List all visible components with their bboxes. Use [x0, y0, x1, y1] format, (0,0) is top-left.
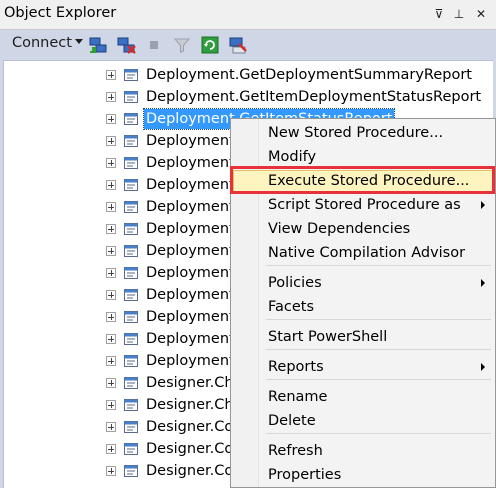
menu-separator: [266, 349, 491, 350]
chevron-down-icon: [74, 39, 83, 44]
menu-item-script-stored-procedure-as[interactable]: Script Stored Procedure as: [231, 194, 495, 216]
close-icon[interactable]: ✕: [472, 3, 490, 25]
connect-object-explorer-icon[interactable]: [88, 35, 108, 55]
tree-node-label[interactable]: Designer.Coll: [144, 417, 243, 437]
menu-item-policies[interactable]: Policies: [231, 272, 495, 294]
menu-item-label: Start PowerShell: [268, 329, 388, 345]
connect-dropdown-button[interactable]: Connect: [12, 35, 83, 51]
stored-procedure-icon: [124, 355, 138, 367]
object-explorer-window: Object Explorer ⊽ ⊥ ✕ Connect Deployment…: [0, 0, 496, 488]
menu-item-facets[interactable]: Facets: [231, 296, 495, 318]
menu-item-label: Modify: [268, 149, 317, 165]
menu-item-rename[interactable]: Rename: [231, 386, 495, 408]
tree-node[interactable]: Deployment.GetItemDeploymentStatusReport: [4, 86, 493, 108]
disconnect-icon[interactable]: [116, 35, 136, 55]
stop-icon[interactable]: [144, 35, 164, 55]
expand-plus-icon[interactable]: [106, 400, 116, 410]
expand-plus-icon[interactable]: [106, 378, 116, 388]
expand-plus-icon[interactable]: [106, 224, 116, 234]
tree-node-label[interactable]: Designer.Coll: [144, 439, 243, 459]
stored-procedure-icon: [124, 91, 138, 103]
expand-plus-icon[interactable]: [106, 312, 116, 322]
panel-titlebar: Object Explorer ⊽ ⊥ ✕: [0, 0, 496, 30]
stored-procedure-icon: [124, 179, 138, 191]
expand-plus-icon[interactable]: [106, 246, 116, 256]
menu-item-properties[interactable]: Properties: [231, 464, 495, 486]
expand-plus-icon[interactable]: [106, 202, 116, 212]
menu-separator: [266, 265, 491, 266]
menu-item-start-powershell[interactable]: Start PowerShell: [231, 326, 495, 348]
menu-separator: [266, 379, 491, 380]
menu-item-new-stored-procedure[interactable]: New Stored Procedure...: [231, 122, 495, 144]
expand-plus-icon[interactable]: [106, 356, 116, 366]
submenu-arrow-icon: [481, 363, 485, 371]
stored-procedure-icon: [124, 113, 138, 125]
menu-item-label: Script Stored Procedure as: [268, 197, 461, 213]
menu-item-label: Properties: [268, 467, 342, 483]
menu-item-view-dependencies[interactable]: View Dependencies: [231, 218, 495, 240]
stored-procedure-icon: [124, 421, 138, 433]
expand-plus-icon[interactable]: [106, 114, 116, 124]
stored-procedure-icon: [124, 377, 138, 389]
menu-item-modify[interactable]: Modify: [231, 146, 495, 168]
stored-procedure-icon: [124, 201, 138, 213]
menu-item-label: View Dependencies: [268, 221, 411, 237]
refresh-icon[interactable]: [200, 35, 220, 55]
stored-procedure-icon: [124, 443, 138, 455]
expand-plus-icon[interactable]: [106, 422, 116, 432]
object-explorer-toolbar: Connect: [0, 30, 496, 60]
menu-item-label: Reports: [268, 359, 324, 375]
menu-item-label: Policies: [268, 275, 322, 291]
menu-item-label: Delete: [268, 413, 316, 429]
menu-item-refresh[interactable]: Refresh: [231, 440, 495, 462]
stored-procedure-icon: [124, 69, 138, 81]
menu-item-label: Execute Stored Procedure...: [268, 173, 470, 189]
context-menu: New Stored Procedure... Modify Execute Sto…: [230, 118, 496, 488]
expand-plus-icon[interactable]: [106, 92, 116, 102]
menu-separator: [266, 319, 491, 320]
menu-item-label: New Stored Procedure...: [268, 125, 444, 141]
tree-node[interactable]: Deployment.GetDeploymentSummaryReport: [4, 64, 493, 86]
pin-icon[interactable]: ⊥: [450, 3, 468, 25]
expand-plus-icon[interactable]: [106, 268, 116, 278]
stored-procedure-icon: [124, 267, 138, 279]
menu-item-label: Facets: [268, 299, 315, 315]
tree-node-label[interactable]: Deployment.GetItemDeploymentStatusReport: [144, 87, 483, 107]
stored-procedure-icon: [124, 223, 138, 235]
panel-title: Object Explorer: [4, 5, 117, 21]
stored-procedure-icon: [124, 333, 138, 345]
submenu-arrow-icon: [481, 279, 485, 287]
stored-procedure-icon: [124, 245, 138, 257]
stored-procedure-icon: [124, 399, 138, 411]
stored-procedure-icon: [124, 289, 138, 301]
stored-procedure-icon: [124, 311, 138, 323]
tree-node-label[interactable]: Designer.Coll: [144, 461, 243, 481]
expand-plus-icon[interactable]: [106, 70, 116, 80]
submenu-arrow-icon: [481, 201, 485, 209]
expand-plus-icon[interactable]: [106, 180, 116, 190]
expand-plus-icon[interactable]: [106, 136, 116, 146]
expand-plus-icon[interactable]: [106, 466, 116, 476]
menu-separator: [266, 433, 491, 434]
tree-node-label[interactable]: Deployment.GetDeploymentSummaryReport: [144, 65, 474, 85]
menu-item-reports[interactable]: Reports: [231, 356, 495, 378]
expand-plus-icon[interactable]: [106, 158, 116, 168]
expand-plus-icon[interactable]: [106, 334, 116, 344]
start-powershell-icon[interactable]: [228, 35, 248, 55]
menu-item-label: Rename: [268, 389, 328, 405]
stored-procedure-icon: [124, 465, 138, 477]
expand-plus-icon[interactable]: [106, 444, 116, 454]
menu-item-execute-stored-procedure[interactable]: Execute Stored Procedure...: [231, 170, 495, 192]
expand-plus-icon[interactable]: [106, 290, 116, 300]
menu-item-label: Native Compilation Advisor: [268, 245, 466, 261]
menu-item-native-compilation-advisor[interactable]: Native Compilation Advisor: [231, 242, 495, 264]
stored-procedure-icon: [124, 135, 138, 147]
menu-item-delete[interactable]: Delete: [231, 410, 495, 432]
window-position-dropdown-icon[interactable]: ⊽: [430, 3, 448, 25]
connect-label: Connect: [12, 35, 72, 51]
menu-item-label: Refresh: [268, 443, 323, 459]
filter-icon[interactable]: [172, 35, 192, 55]
stored-procedure-icon: [124, 157, 138, 169]
